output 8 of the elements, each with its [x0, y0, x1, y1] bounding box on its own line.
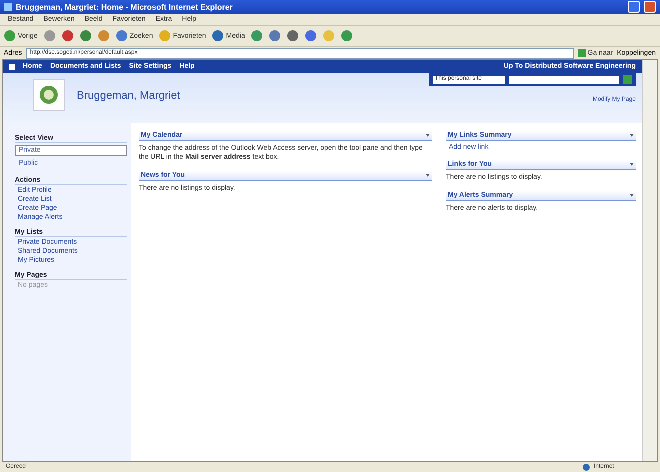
window-title: Bruggeman, Margriet: Home - Microsoft Internet Explorer: [16, 2, 234, 12]
close-button[interactable]: [644, 1, 656, 13]
globe-icon: [583, 464, 590, 470]
scrollbar[interactable]: [642, 60, 657, 461]
page-title: Bruggeman, Margriet: [77, 90, 180, 102]
search-field[interactable]: [509, 76, 619, 84]
minimize-button[interactable]: [628, 1, 640, 13]
browser-icon: [4, 3, 12, 11]
